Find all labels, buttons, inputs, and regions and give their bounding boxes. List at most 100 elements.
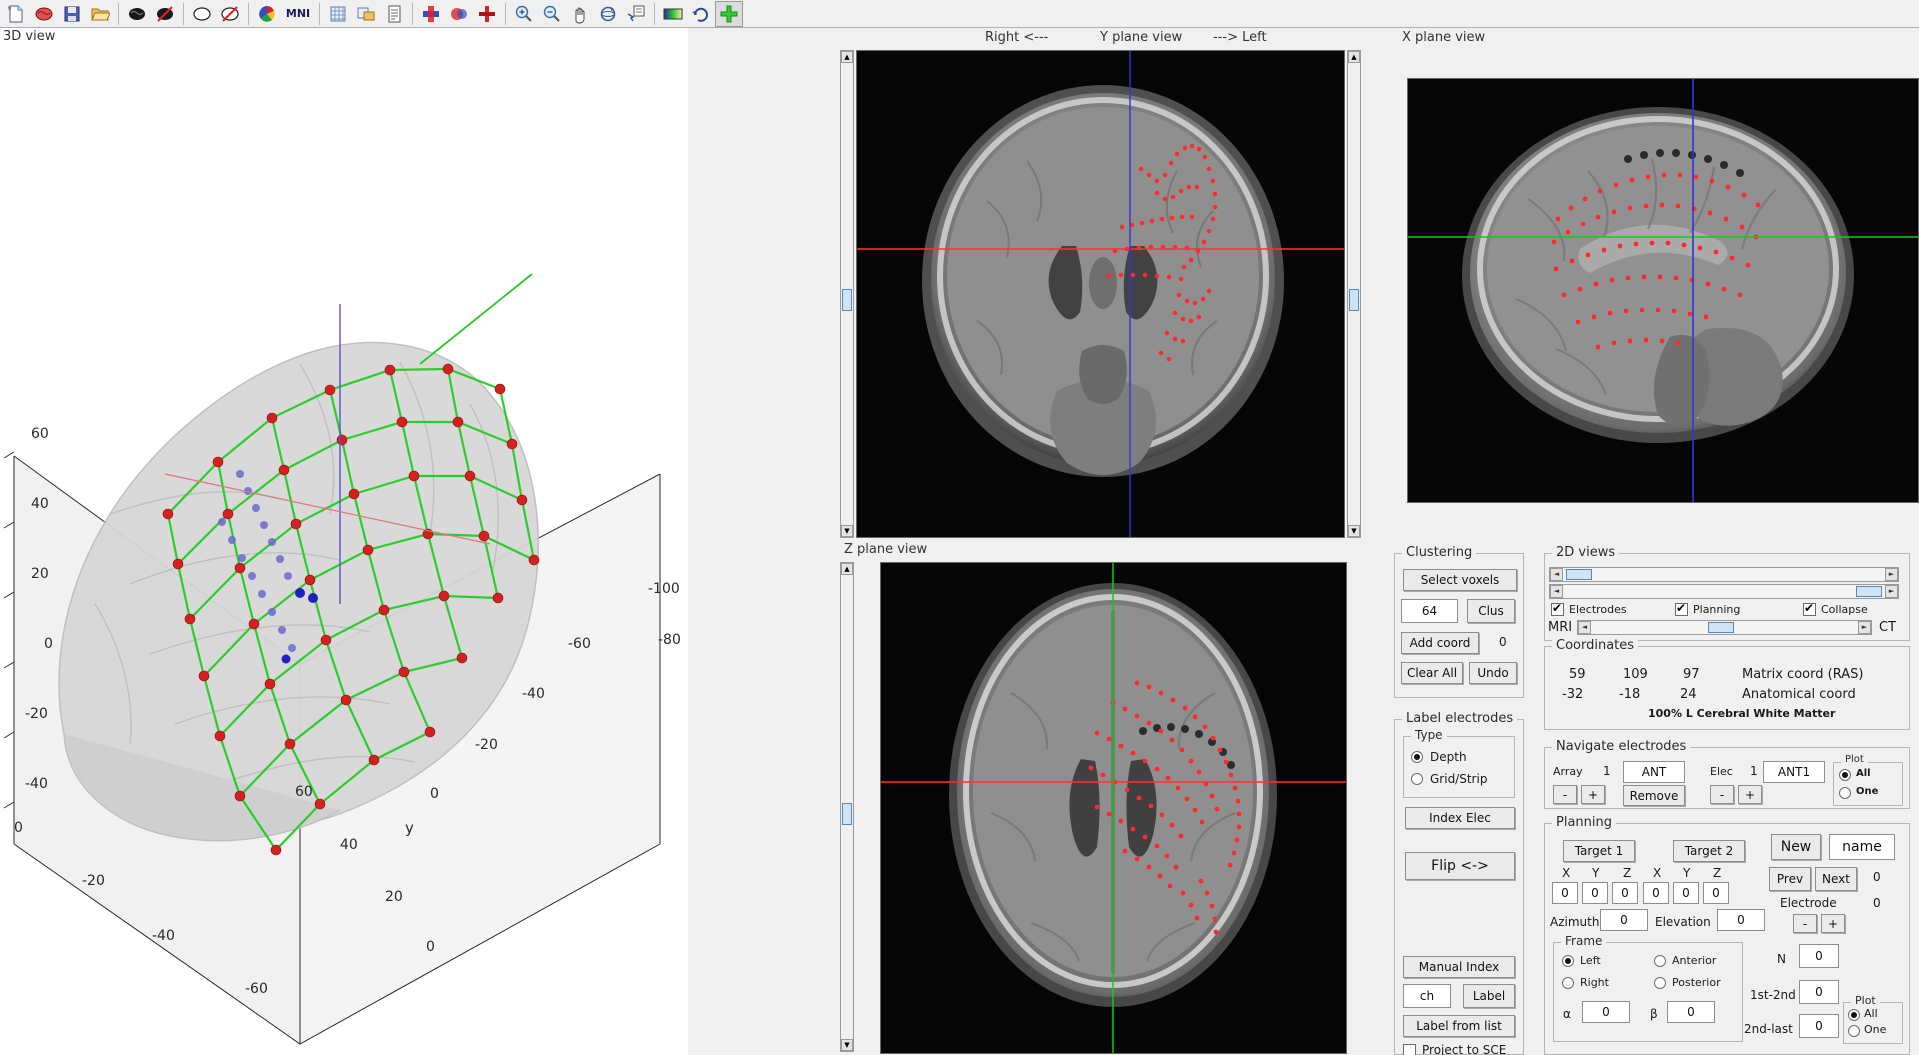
rotate3d-icon[interactable] <box>594 1 622 27</box>
scroll-down-arrow[interactable]: ▼ <box>841 1039 853 1051</box>
radio-frame-anterior[interactable] <box>1654 955 1666 967</box>
clus-button[interactable]: Clus <box>1467 599 1515 623</box>
elec-plus-button[interactable]: + <box>1738 785 1762 804</box>
scroll-right-arrow[interactable]: ► <box>1858 621 1871 634</box>
array-plus-button[interactable]: + <box>1581 785 1605 804</box>
label-button[interactable]: Label <box>1463 984 1515 1008</box>
collapse-checkbox[interactable] <box>1803 603 1816 616</box>
select-voxels-button[interactable]: Select voxels <box>1403 569 1517 591</box>
marker-icon[interactable] <box>473 1 501 27</box>
radio-planning-plot-one[interactable] <box>1848 1025 1860 1037</box>
scroll-left-arrow[interactable]: ◄ <box>1550 568 1563 581</box>
flip-button[interactable]: Flip <-> <box>1405 852 1515 880</box>
scroll-up-arrow[interactable]: ▲ <box>841 563 853 575</box>
y-plane-scrollbar-right[interactable]: ▲ ▼ <box>1347 50 1361 538</box>
index-elec-button[interactable]: Index Elec <box>1405 807 1515 829</box>
surface-hide-icon[interactable] <box>216 1 244 27</box>
scroll-thumb[interactable] <box>1566 569 1592 580</box>
elevation-input[interactable]: 0 <box>1717 909 1765 931</box>
new-button[interactable]: New <box>1771 834 1821 860</box>
label-from-list-button[interactable]: Label from list <box>1403 1015 1515 1037</box>
target2-button[interactable]: Target 2 <box>1673 840 1745 862</box>
planning-z1-input[interactable]: 0 <box>1612 882 1638 904</box>
surface-show-icon[interactable] <box>188 1 216 27</box>
alpha-input[interactable]: 0 <box>1582 1001 1630 1023</box>
scroll-right-arrow[interactable]: ► <box>1885 585 1898 598</box>
scroll-thumb[interactable] <box>842 289 852 311</box>
project-to-sce-checkbox[interactable] <box>1403 1044 1416 1055</box>
planning-x1-input[interactable]: 0 <box>1552 882 1578 904</box>
z-plane-image[interactable] <box>880 562 1347 1054</box>
brain-hide-icon[interactable] <box>151 1 179 27</box>
colormap-icon[interactable] <box>253 1 281 27</box>
planning-x2-input[interactable]: 0 <box>1643 882 1669 904</box>
electrode-minus-button[interactable]: - <box>1793 914 1817 933</box>
zoom-out-icon[interactable] <box>538 1 566 27</box>
planning-checkbox[interactable] <box>1675 603 1688 616</box>
second-last-input[interactable]: 0 <box>1799 1014 1839 1038</box>
planning-z2-input[interactable]: 0 <box>1703 882 1729 904</box>
add-plus-icon[interactable] <box>715 1 743 27</box>
pan-hand-icon[interactable] <box>566 1 594 27</box>
scroll-thumb[interactable] <box>842 803 852 825</box>
scroll-down-arrow[interactable]: ▼ <box>841 525 853 537</box>
fuse-icon[interactable] <box>445 1 473 27</box>
scroll-left-arrow[interactable]: ◄ <box>1550 585 1563 598</box>
planning-y1-input[interactable]: 0 <box>1582 882 1608 904</box>
radio-grid-strip[interactable] <box>1411 773 1423 785</box>
radio-frame-left[interactable] <box>1562 955 1574 967</box>
scroll-right-arrow[interactable]: ► <box>1885 568 1898 581</box>
scroll-thumb[interactable] <box>1856 586 1882 597</box>
target1-button[interactable]: Target 1 <box>1563 840 1635 862</box>
elec-minus-button[interactable]: - <box>1710 785 1734 804</box>
n-input[interactable]: 0 <box>1799 944 1839 968</box>
coregister-icon[interactable] <box>417 1 445 27</box>
array-minus-button[interactable]: - <box>1553 785 1577 804</box>
remove-button[interactable]: Remove <box>1623 785 1685 806</box>
y-plane-scrollbar-left[interactable]: ▲ ▼ <box>840 50 854 538</box>
data-cursor-icon[interactable] <box>622 1 650 27</box>
undo-button[interactable]: Undo <box>1469 662 1517 684</box>
scroll-thumb[interactable] <box>1349 289 1359 311</box>
channel-input[interactable]: ch <box>1403 984 1451 1008</box>
radio-depth[interactable] <box>1411 751 1423 763</box>
colorbar-icon[interactable] <box>659 1 687 27</box>
z-plane-scrollbar-left[interactable]: ▲ ▼ <box>840 562 854 1052</box>
name-input[interactable]: name <box>1829 834 1895 860</box>
grid-folder-icon[interactable] <box>352 1 380 27</box>
view-3d-axes[interactable]: 60 40 20 0 -20 -40 0 -20 -40 -60 0 20 40… <box>0 44 688 1055</box>
scroll-up-arrow[interactable]: ▲ <box>1348 51 1360 63</box>
azimuth-input[interactable]: 0 <box>1600 909 1648 931</box>
zoom-in-icon[interactable] <box>510 1 538 27</box>
clear-all-button[interactable]: Clear All <box>1401 662 1463 684</box>
prev-button[interactable]: Prev <box>1769 867 1811 891</box>
view-3d-panel[interactable]: 3D view <box>0 28 688 1055</box>
radio-plot-one[interactable] <box>1839 787 1851 799</box>
radio-frame-posterior[interactable] <box>1654 977 1666 989</box>
beta-input[interactable]: 0 <box>1667 1001 1715 1023</box>
brain-icon[interactable] <box>30 1 58 27</box>
scroll-thumb[interactable] <box>1708 622 1734 633</box>
y-plane-image[interactable] <box>856 50 1345 538</box>
first-second-input[interactable]: 0 <box>1799 980 1839 1004</box>
manual-index-button[interactable]: Manual Index <box>1403 956 1515 978</box>
brain-show-icon[interactable] <box>123 1 151 27</box>
x-plane-image[interactable] <box>1407 78 1919 503</box>
electrode-plus-button[interactable]: + <box>1821 914 1845 933</box>
scroll-up-arrow[interactable]: ▲ <box>841 51 853 63</box>
add-coord-button[interactable]: Add coord <box>1401 632 1479 654</box>
open-folder-icon[interactable] <box>86 1 114 27</box>
radio-planning-plot-all[interactable] <box>1848 1009 1860 1021</box>
refresh-icon[interactable] <box>687 1 715 27</box>
document-icon[interactable] <box>380 1 408 27</box>
radio-frame-right[interactable] <box>1562 977 1574 989</box>
mni-icon[interactable]: MNI <box>281 1 315 27</box>
next-button[interactable]: Next <box>1815 867 1857 891</box>
grid-icon[interactable] <box>324 1 352 27</box>
views2d-scroll-2[interactable]: ◄ ► <box>1549 584 1899 599</box>
elec-name-input[interactable]: ANT1 <box>1763 761 1825 783</box>
scroll-down-arrow[interactable]: ▼ <box>1348 525 1360 537</box>
views2d-scroll-1[interactable]: ◄ ► <box>1549 567 1899 582</box>
planning-y2-input[interactable]: 0 <box>1673 882 1699 904</box>
electrodes-checkbox[interactable] <box>1551 603 1564 616</box>
